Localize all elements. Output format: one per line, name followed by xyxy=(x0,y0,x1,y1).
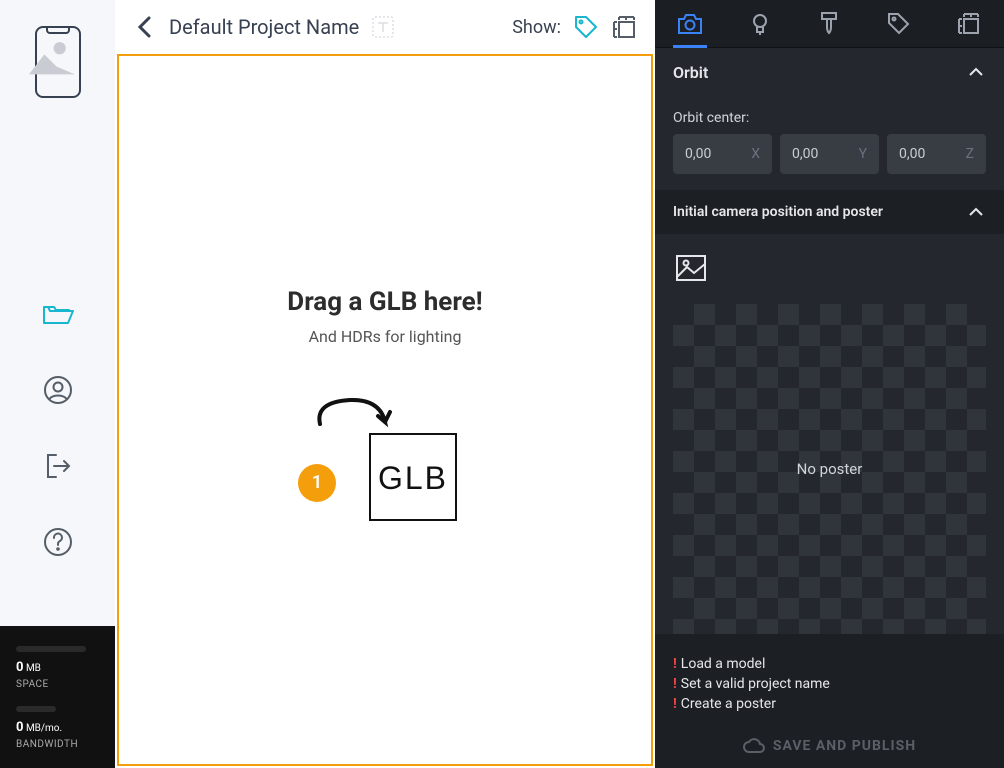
storage-space-unit: MB xyxy=(26,663,41,674)
storage-space-label: SPACE xyxy=(16,679,99,690)
glb-label: GLB xyxy=(378,460,448,496)
drop-title: Drag a GLB here! xyxy=(287,287,482,317)
warning-item: !Set a valid project name xyxy=(673,676,986,692)
chevron-up-icon xyxy=(966,202,986,222)
chevron-up-icon xyxy=(966,62,986,82)
tab-materials[interactable] xyxy=(804,0,854,48)
device-preview-phone[interactable] xyxy=(35,26,81,98)
storage-bandwidth-label: BANDWIDTH xyxy=(16,739,99,750)
tab-dimensions[interactable] xyxy=(944,0,994,48)
orbit-z-input[interactable]: 0,00 Z xyxy=(887,134,986,174)
storage-bandwidth-unit: MB/mo. xyxy=(26,723,62,734)
storage-bandwidth-value: 0 xyxy=(16,720,23,735)
cloud-icon xyxy=(743,738,765,754)
capture-poster-button[interactable] xyxy=(673,250,709,286)
image-placeholder-icon xyxy=(29,23,75,95)
user-icon[interactable] xyxy=(42,374,74,406)
storage-bar-bandwidth xyxy=(16,706,56,712)
camera-title: Initial camera position and poster xyxy=(673,204,883,220)
warning-item: !Load a model xyxy=(673,656,986,672)
save-publish-label: SAVE AND PUBLISH xyxy=(773,738,916,754)
storage-bar-space xyxy=(16,646,86,652)
drop-canvas[interactable]: Drag a GLB here! And HDRs for lighting G… xyxy=(117,54,653,766)
poster-preview: No poster xyxy=(673,304,986,634)
camera-section-header[interactable]: Initial camera position and poster xyxy=(655,190,1004,234)
no-poster-label: No poster xyxy=(797,460,863,478)
orbit-center-label: Orbit center: xyxy=(673,110,986,126)
folder-open-icon[interactable] xyxy=(42,298,74,330)
drop-subtitle: And HDRs for lighting xyxy=(309,327,462,346)
orbit-section-header[interactable]: Orbit xyxy=(655,48,1004,96)
orbit-x-input[interactable]: 0,00 X xyxy=(673,134,772,174)
tab-lighting[interactable] xyxy=(735,0,785,48)
glb-drop-graphic: GLB 1 xyxy=(300,394,470,534)
warning-item: !Create a poster xyxy=(673,696,986,712)
orbit-title: Orbit xyxy=(673,63,708,82)
storage-panel: 0 MB SPACE 0 MB/mo. BANDWIDTH xyxy=(0,626,115,768)
text-frame-icon[interactable] xyxy=(371,15,395,39)
warnings-list: !Load a model !Set a valid project name … xyxy=(655,638,1004,724)
tag-icon[interactable] xyxy=(573,14,599,40)
back-button[interactable] xyxy=(133,15,157,39)
dimensions-icon[interactable] xyxy=(611,14,637,40)
tab-camera[interactable] xyxy=(665,0,715,48)
storage-space-value: 0 xyxy=(16,660,23,675)
step-badge: 1 xyxy=(298,464,336,502)
tab-tags[interactable] xyxy=(874,0,924,48)
orbit-y-input[interactable]: 0,00 Y xyxy=(780,134,879,174)
help-icon[interactable] xyxy=(42,526,74,558)
export-icon[interactable] xyxy=(42,450,74,482)
save-publish-button: SAVE AND PUBLISH xyxy=(655,724,1004,768)
show-label: Show: xyxy=(512,17,561,38)
project-name[interactable]: Default Project Name xyxy=(169,15,359,39)
